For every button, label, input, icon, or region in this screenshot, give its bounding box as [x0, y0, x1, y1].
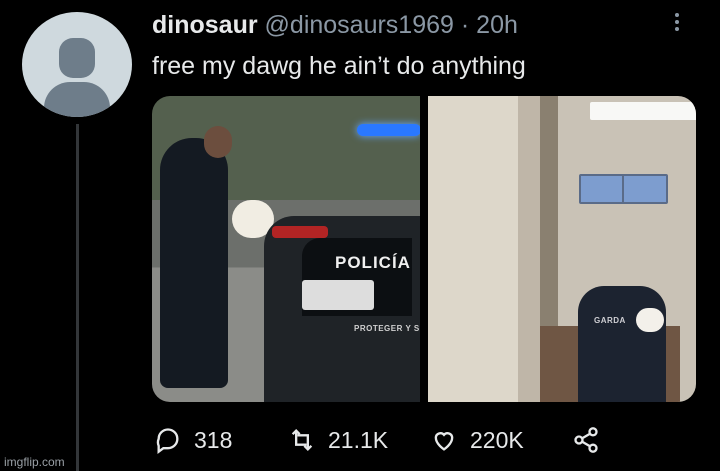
timestamp[interactable]: 20h — [476, 11, 518, 39]
garda-jacket-label: GARDA — [594, 316, 626, 325]
avatar-head-shape — [59, 38, 95, 78]
office-window — [579, 174, 625, 204]
display-name[interactable]: dinosaur — [152, 11, 258, 39]
thread-line — [76, 124, 79, 471]
tail-light — [272, 226, 328, 238]
retweet-button[interactable]: 21.1K — [288, 426, 430, 454]
office-wall — [428, 96, 518, 402]
share-icon — [574, 427, 598, 453]
like-button[interactable]: 220K — [430, 426, 572, 454]
share-button[interactable] — [572, 426, 614, 454]
reply-count: 318 — [194, 426, 233, 453]
retweet-count: 21.1K — [328, 426, 389, 453]
dog-shape — [636, 308, 664, 332]
user-handle[interactable]: @dinosaurs1969 — [265, 11, 454, 39]
avatar-shoulders-shape — [44, 82, 110, 117]
police-light — [357, 124, 420, 136]
reply-icon — [156, 428, 179, 454]
officer-head — [204, 126, 232, 158]
ceiling-light — [642, 102, 696, 120]
license-plate — [302, 280, 374, 310]
separator-dot: · — [460, 11, 470, 39]
tweet-header: dinosaur @dinosaurs1969 · 20h — [152, 10, 518, 40]
retweet-icon — [291, 429, 313, 451]
imgflip-watermark: imgflip.com — [4, 455, 65, 469]
tweet-actions: 318 21.1K 220K — [154, 414, 614, 466]
more-options-icon[interactable] — [672, 10, 682, 38]
tweet-text: free my dawg he ain’t do anything — [152, 52, 526, 80]
officer-silhouette — [578, 286, 666, 402]
heart-icon — [434, 432, 454, 451]
police-car-label: POLICÍA — [335, 253, 411, 272]
reply-button[interactable]: 318 — [154, 426, 288, 454]
like-count: 220K — [470, 426, 524, 453]
office-window — [622, 174, 668, 204]
police-car-photo[interactable]: POLICÍA PROTEGER Y S — [152, 96, 420, 402]
garda-office-photo[interactable]: GARDA — [428, 96, 696, 402]
media-grid[interactable]: POLICÍA PROTEGER Y S GARDA — [152, 96, 696, 402]
wall-edge — [518, 96, 540, 402]
police-car-subtext: PROTEGER Y S — [354, 324, 420, 333]
avatar[interactable] — [22, 12, 132, 117]
officer-silhouette — [160, 138, 228, 388]
ceiling-light — [590, 102, 650, 120]
